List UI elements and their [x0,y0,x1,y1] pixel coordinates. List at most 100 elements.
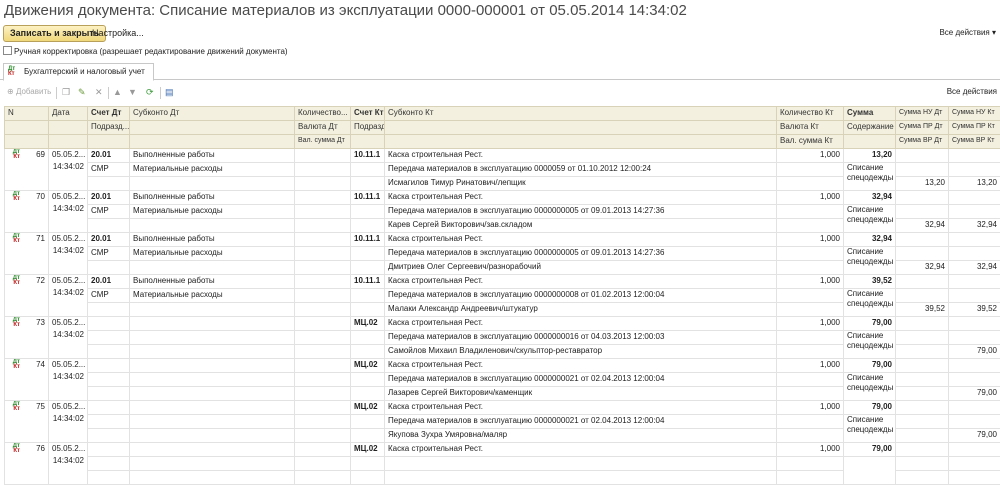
col-pr-dt[interactable]: Сумма ПР Дт [896,121,949,135]
qty-dt[interactable] [295,401,351,415]
subk-dt-2[interactable]: Материальные расходы [130,163,295,177]
valsum-kt[interactable] [777,261,844,275]
content[interactable]: Списание спецодежды [844,247,896,275]
cur-dt[interactable] [295,205,351,219]
col-sum[interactable]: Сумма [844,107,896,121]
content[interactable]: Списание спецодежды [844,205,896,233]
move-down-icon[interactable]: ▼ [128,87,137,97]
vr-kt[interactable]: 32,94 [949,219,1000,233]
pr-dt[interactable] [896,331,949,345]
row-number[interactable]: ДтКт72 [5,275,49,317]
podr-dt-2[interactable] [88,219,130,233]
qty-kt[interactable]: 1,000 [777,275,844,289]
cur-kt[interactable] [777,415,844,429]
vr-kt[interactable]: 13,20 [949,177,1000,191]
delete-icon[interactable]: ✕ [95,87,103,98]
vr-dt[interactable] [896,471,949,485]
row-date[interactable]: 05.05.2...14:34:02 [49,443,88,485]
acc-kt[interactable]: 10.11.1 [351,191,385,205]
row-number[interactable]: ДтКт76 [5,443,49,485]
nu-kt[interactable] [949,317,1000,331]
nu-kt[interactable] [949,443,1000,457]
qty-kt[interactable]: 1,000 [777,359,844,373]
cur-kt[interactable] [777,457,844,471]
podr-kt[interactable] [351,415,385,429]
podr-kt[interactable] [351,247,385,261]
qty-kt[interactable]: 1,000 [777,443,844,457]
qty-kt[interactable]: 1,000 [777,233,844,247]
vr-dt[interactable]: 39,52 [896,303,949,317]
nu-dt[interactable] [896,401,949,415]
report-icon[interactable]: ▤ [165,87,174,98]
subk-dt-2[interactable] [130,457,295,471]
row-date[interactable]: 05.05.2...14:34:02 [49,401,88,443]
acc-kt[interactable]: МЦ.02 [351,317,385,331]
valsum-dt[interactable] [295,471,351,485]
sum[interactable]: 32,94 [844,191,896,205]
valsum-kt[interactable] [777,471,844,485]
podr-dt-2[interactable] [88,471,130,485]
content[interactable]: Списание спецодежды [844,415,896,443]
tab-accounting[interactable]: ДтКт Бухгалтерский и налоговый учет [3,63,154,81]
subk-kt-1[interactable]: Каска строительная Рест. [385,233,777,247]
podr-dt-2[interactable] [88,177,130,191]
podr-kt-2[interactable] [351,471,385,485]
nu-kt[interactable] [949,149,1000,163]
acc-kt[interactable]: МЦ.02 [351,443,385,457]
nu-dt[interactable] [896,359,949,373]
subk-kt-3[interactable]: Якупова Зухра Умяровна/маляр [385,429,777,443]
table-row[interactable]: ДтКт7205.05.2...14:34:0220.01Выполненные… [5,275,1000,289]
podr-dt[interactable] [88,415,130,429]
col-acc-dt[interactable]: Счет Дт [88,107,130,121]
content[interactable] [844,457,896,485]
col-nu-dt[interactable]: Сумма НУ Дт [896,107,949,121]
pr-kt[interactable] [949,205,1000,219]
acc-dt[interactable] [88,317,130,331]
valsum-kt[interactable] [777,177,844,191]
podr-dt-2[interactable] [88,387,130,401]
col-cur-dt[interactable]: Валюта Дт [295,121,351,135]
podr-kt[interactable] [351,289,385,303]
podr-kt-2[interactable] [351,261,385,275]
podr-dt-2[interactable] [88,345,130,359]
acc-dt[interactable] [88,401,130,415]
subk-kt-2[interactable]: Передача материалов в эксплуатацию 00000… [385,415,777,429]
row-number[interactable]: ДтКт75 [5,401,49,443]
all-actions-menu[interactable]: Все действия ▾ [939,28,996,37]
acc-kt[interactable]: МЦ.02 [351,401,385,415]
podr-dt[interactable] [88,373,130,387]
cur-dt[interactable] [295,415,351,429]
podr-kt-2[interactable] [351,387,385,401]
subk-dt-2[interactable] [130,373,295,387]
subk-dt-1[interactable] [130,359,295,373]
col-subk-dt[interactable]: Субконто Дт [130,107,295,121]
subk-dt-3[interactable] [130,345,295,359]
subk-kt-1[interactable]: Каска строительная Рест. [385,149,777,163]
valsum-kt[interactable] [777,429,844,443]
subk-dt-1[interactable] [130,401,295,415]
table-row[interactable]: Передача материалов в эксплуатацию 00000… [5,331,1000,345]
nu-dt[interactable] [896,233,949,247]
acc-dt[interactable] [88,359,130,373]
subk-kt-1[interactable]: Каска строительная Рест. [385,191,777,205]
row-number[interactable]: ДтКт74 [5,359,49,401]
podr-dt-2[interactable] [88,303,130,317]
sum[interactable]: 39,52 [844,275,896,289]
nu-dt[interactable] [896,443,949,457]
table-row[interactable]: СМРМатериальные расходыПередача материал… [5,205,1000,219]
acc-dt[interactable]: 20.01 [88,233,130,247]
table-row[interactable]: ДтКт7105.05.2...14:34:0220.01Выполненные… [5,233,1000,247]
podr-kt-2[interactable] [351,429,385,443]
qty-dt[interactable] [295,443,351,457]
acc-kt[interactable]: 10.11.1 [351,275,385,289]
nu-kt[interactable] [949,359,1000,373]
row-number[interactable]: ДтКт70 [5,191,49,233]
qty-dt[interactable] [295,317,351,331]
subk-kt-2[interactable]: Передача материалов в эксплуатацию 00000… [385,163,777,177]
vr-kt[interactable]: 79,00 [949,387,1000,401]
podr-kt-2[interactable] [351,177,385,191]
cur-kt[interactable] [777,163,844,177]
valsum-kt[interactable] [777,219,844,233]
subk-dt-1[interactable] [130,443,295,457]
podr-kt[interactable] [351,163,385,177]
